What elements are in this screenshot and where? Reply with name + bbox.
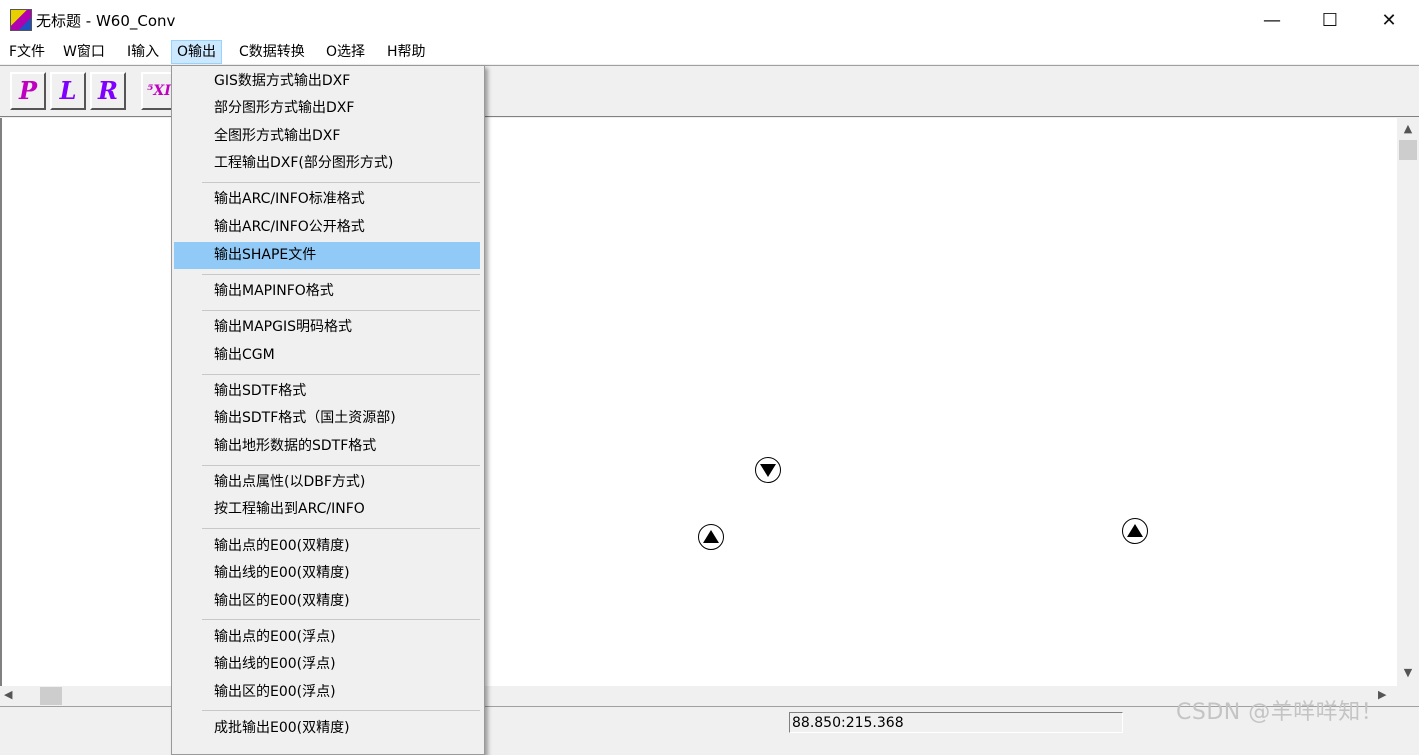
app-icon [10,9,32,31]
scroll-down-icon[interactable]: ▼ [1397,666,1419,682]
up-triangle-icon [1127,524,1143,537]
down-triangle-icon [760,464,776,477]
menu-help[interactable]: H帮助 [382,40,431,64]
region-file-icon: R [98,76,118,105]
point-file-button[interactable]: P [10,72,46,110]
window-title: 无标题 - W60_Conv [36,12,176,30]
coordinate-readout: 88.850:215.368 [789,712,1123,733]
menu-separator [202,710,480,711]
menu-separator [202,528,480,529]
close-button[interactable]: ✕ [1360,0,1418,40]
menu-separator [202,374,480,375]
menu-option-line-e00-double[interactable]: 输出线的E00(双精度) [174,560,480,587]
menu-option-point-e00-double[interactable]: 输出点的E00(双精度) [174,533,480,560]
menu-input[interactable]: I输入 [122,40,164,64]
menu-separator [202,310,480,311]
menu-option-region-e00-float[interactable]: 输出区的E00(浮点) [174,679,480,706]
menu-option-arcinfo-public[interactable]: 输出ARC/INFO公开格式 [174,214,480,241]
menu-option-project-dxf[interactable]: 工程输出DXF(部分图形方式) [174,150,480,177]
menu-output[interactable]: O输出 [171,40,223,64]
region-file-button[interactable]: R [90,72,126,110]
vertical-scroll-thumb[interactable] [1399,140,1417,160]
menu-separator [202,274,480,275]
menu-separator [202,619,480,620]
menu-select[interactable]: O选择 [321,40,370,64]
menu-option-sdtf-mlr[interactable]: 输出SDTF格式（国土资源部) [174,405,480,432]
menu-option-sdtf-terrain[interactable]: 输出地形数据的SDTF格式 [174,433,480,460]
title-bar: 无标题 - W60_Conv — ☐ ✕ [0,0,1419,40]
up-triangle-symbol[interactable] [698,524,724,550]
menu-option-line-e00-float[interactable]: 输出线的E00(浮点) [174,651,480,678]
scroll-up-icon[interactable]: ▲ [1397,122,1419,138]
menu-option-point-e00-float[interactable]: 输出点的E00(浮点) [174,624,480,651]
maximize-button[interactable]: ☐ [1301,0,1359,40]
menu-convert[interactable]: C数据转换 [234,40,310,64]
menu-option-shape[interactable]: 输出SHAPE文件 [174,242,480,269]
scroll-left-icon[interactable]: ◀ [4,688,20,704]
down-triangle-symbol[interactable] [755,457,781,483]
menu-option-point-dbf[interactable]: 输出点属性(以DBF方式) [174,469,480,496]
menu-option-batch-e00-double[interactable]: 成批输出E00(双精度) [174,715,480,742]
menu-separator [202,465,480,466]
output-menu-dropdown: GIS数据方式输出DXF 部分图形方式输出DXF 全图形方式输出DXF 工程输出… [171,65,485,755]
up-triangle-icon [703,530,719,543]
menu-option-region-e00-double[interactable]: 输出区的E00(双精度) [174,588,480,615]
menu-option-partial-dxf[interactable]: 部分图形方式输出DXF [174,95,480,122]
up-triangle-symbol[interactable] [1122,518,1148,544]
line-file-button[interactable]: L [50,72,86,110]
menu-option-gis-dxf[interactable]: GIS数据方式输出DXF [174,68,480,95]
menu-option-mapinfo[interactable]: 输出MAPINFO格式 [174,278,480,305]
menu-option-cgm[interactable]: 输出CGM [174,342,480,369]
line-file-icon: L [59,76,77,105]
point-file-icon: P [18,76,38,105]
menu-bar: F文件 W窗口 I输入 O输出 C数据转换 O选择 H帮助 [0,40,1419,64]
export-icon: ⁵XI [147,83,171,99]
menu-option-full-dxf[interactable]: 全图形方式输出DXF [174,123,480,150]
vertical-scrollbar[interactable]: ▲ ▼ [1397,118,1419,686]
minimize-button[interactable]: — [1243,0,1301,40]
menu-option-project-arcinfo[interactable]: 按工程输出到ARC/INFO [174,496,480,523]
menu-file[interactable]: F文件 [4,40,50,64]
horizontal-scroll-thumb[interactable] [40,687,62,705]
menu-window[interactable]: W窗口 [58,40,110,64]
menu-option-mapgis-text[interactable]: 输出MAPGIS明码格式 [174,314,480,341]
menu-separator [202,182,480,183]
menu-option-arcinfo-standard[interactable]: 输出ARC/INFO标准格式 [174,186,480,213]
watermark: CSDN @羊咩咩知！ [1176,700,1384,725]
menu-option-sdtf[interactable]: 输出SDTF格式 [174,378,480,405]
